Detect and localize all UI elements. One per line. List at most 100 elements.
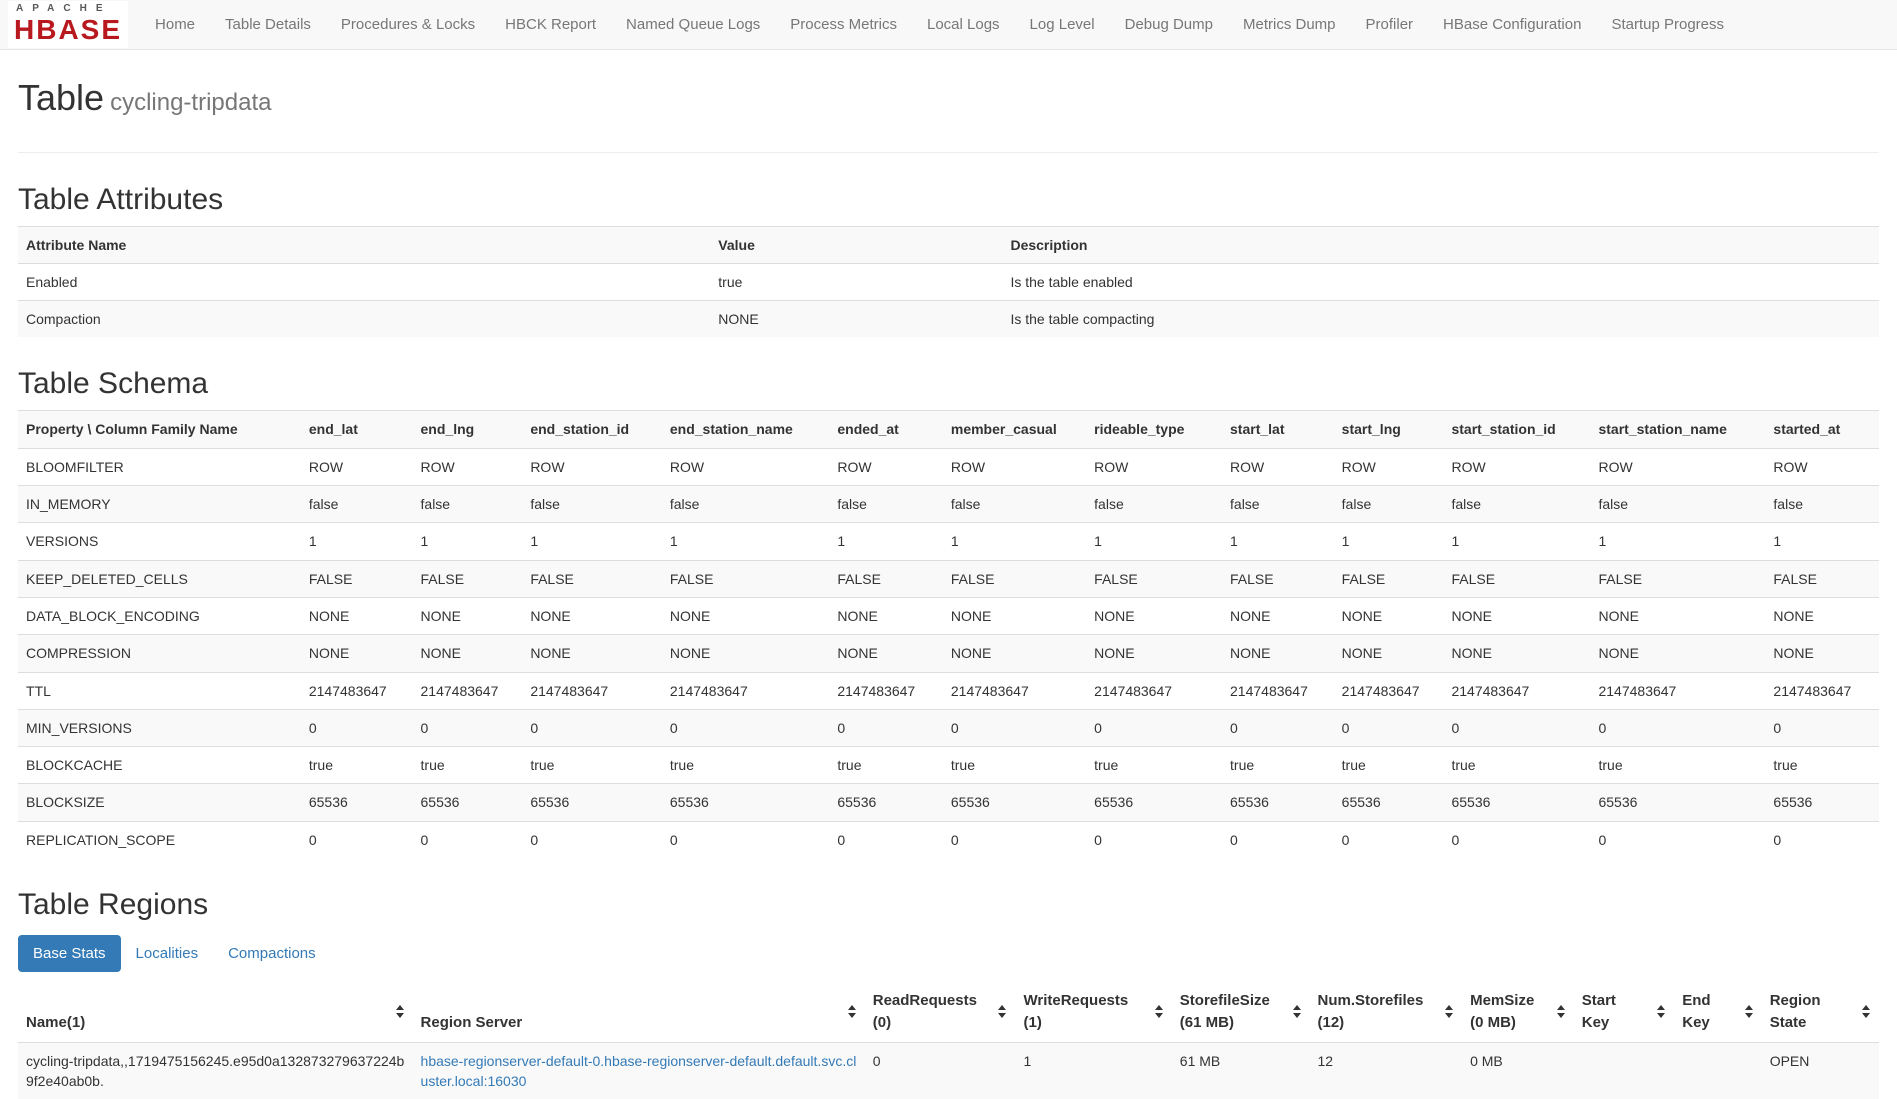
schema-cell: 65536 — [1222, 784, 1334, 821]
region-server-cell: hbase-regionserver-default-0.hbase-regio… — [413, 1042, 865, 1099]
nav-link-local-logs[interactable]: Local Logs — [912, 0, 1015, 49]
schema-cell: ROW — [943, 448, 1086, 485]
sort-up-arrow-icon — [1557, 1005, 1565, 1010]
schema-row-versions: VERSIONS111111111111 — [18, 523, 1879, 560]
schema-cell: NONE — [1443, 635, 1590, 672]
schema-cell: true — [413, 747, 523, 784]
regions-col-region-server[interactable]: Region Server — [413, 982, 865, 1042]
schema-cell: NONE — [662, 597, 829, 634]
attribute-description: Is the table enabled — [1002, 263, 1879, 300]
hbase-logo[interactable]: APACHE HBASE — [8, 1, 128, 48]
schema-cell: NONE — [1443, 597, 1590, 634]
regions-col-readrequests-0[interactable]: ReadRequests (0) — [865, 982, 1016, 1042]
schema-cell: 0 — [1590, 709, 1765, 746]
region-row: cycling-tripdata,,1719475156245.e95d0a13… — [18, 1042, 1879, 1099]
nav-link-procedures-locks[interactable]: Procedures & Locks — [326, 0, 490, 49]
sort-up-arrow-icon — [1657, 1005, 1665, 1010]
schema-cell: true — [1334, 747, 1444, 784]
nav-item-startup-progress: Startup Progress — [1596, 0, 1739, 49]
schema-cell: true — [1765, 747, 1879, 784]
nav-link-hbase-configuration[interactable]: HBase Configuration — [1428, 0, 1596, 49]
schema-family-start-station-name: start_station_name — [1590, 411, 1765, 448]
nav-link-named-queue-logs[interactable]: Named Queue Logs — [611, 0, 775, 49]
attributes-heading: Table Attributes — [18, 183, 1879, 216]
schema-cell: 1 — [1334, 523, 1444, 560]
sort-icon[interactable] — [1745, 1005, 1753, 1018]
schema-cell: ROW — [1590, 448, 1765, 485]
sort-down-arrow-icon — [848, 1013, 856, 1018]
schema-cell: false — [662, 486, 829, 523]
table-schema: Property \ Column Family Nameend_latend_… — [18, 410, 1879, 858]
nav-link-log-level[interactable]: Log Level — [1015, 0, 1110, 49]
nav-link-home[interactable]: Home — [140, 0, 210, 49]
schema-cell: ROW — [522, 448, 662, 485]
schema-cell: NONE — [522, 597, 662, 634]
schema-cell: FALSE — [522, 560, 662, 597]
schema-cell: true — [1222, 747, 1334, 784]
nav-link-metrics-dump[interactable]: Metrics Dump — [1228, 0, 1351, 49]
regions-col-region-state[interactable]: Region State — [1762, 982, 1879, 1042]
schema-cell: 0 — [522, 709, 662, 746]
regions-col-start-key[interactable]: Start Key — [1574, 982, 1674, 1042]
nav-link-hbck-report[interactable]: HBCK Report — [490, 0, 611, 49]
sort-down-arrow-icon — [1657, 1013, 1665, 1018]
nav-link-startup-progress[interactable]: Startup Progress — [1596, 0, 1739, 49]
attribute-row-enabled: EnabledtrueIs the table enabled — [18, 263, 1879, 300]
region-write-requests: 1 — [1015, 1042, 1171, 1099]
page-title-text: Table — [18, 77, 104, 118]
regions-col-end-key[interactable]: End Key — [1674, 982, 1761, 1042]
schema-cell: 2147483647 — [1222, 672, 1334, 709]
regions-col-memsize-0-mb[interactable]: MemSize (0 MB) — [1462, 982, 1574, 1042]
sort-icon[interactable] — [1862, 1005, 1870, 1018]
nav-item-procedures-locks: Procedures & Locks — [326, 0, 490, 49]
sort-icon[interactable] — [1445, 1005, 1453, 1018]
nav-item-table-details: Table Details — [210, 0, 326, 49]
schema-property-name: REPLICATION_SCOPE — [18, 821, 301, 858]
regions-col-storefilesize-61-mb[interactable]: StorefileSize (61 MB) — [1172, 982, 1310, 1042]
sort-icon[interactable] — [1657, 1005, 1665, 1018]
regions-col-name-1[interactable]: Name(1) — [18, 982, 413, 1042]
sort-icon[interactable] — [1293, 1005, 1301, 1018]
tab-link-localities[interactable]: Localities — [121, 935, 214, 972]
attribute-name: Enabled — [18, 263, 710, 300]
schema-cell: 65536 — [1443, 784, 1590, 821]
nav-link-debug-dump[interactable]: Debug Dump — [1110, 0, 1228, 49]
schema-cell: 0 — [829, 821, 943, 858]
schema-cell: 2147483647 — [829, 672, 943, 709]
nav-item-process-metrics: Process Metrics — [775, 0, 912, 49]
schema-cell: false — [413, 486, 523, 523]
schema-cell: 2147483647 — [1765, 672, 1879, 709]
schema-cell: 2147483647 — [1590, 672, 1765, 709]
tab-link-base-stats[interactable]: Base Stats — [18, 935, 121, 972]
sort-icon[interactable] — [396, 1005, 404, 1018]
sort-icon[interactable] — [848, 1005, 856, 1018]
schema-cell: true — [829, 747, 943, 784]
schema-property-name: KEEP_DELETED_CELLS — [18, 560, 301, 597]
regions-col-writerequests-1[interactable]: WriteRequests (1) — [1015, 982, 1171, 1042]
nav-link-table-details[interactable]: Table Details — [210, 0, 326, 49]
schema-family-end-station-name: end_station_name — [662, 411, 829, 448]
schema-heading: Table Schema — [18, 367, 1879, 400]
schema-cell: true — [943, 747, 1086, 784]
region-server-link[interactable]: hbase-regionserver-default-0.hbase-regio… — [421, 1053, 857, 1089]
regions-col-num-storefiles-12[interactable]: Num.Storefiles (12) — [1310, 982, 1463, 1042]
schema-cell: 0 — [829, 709, 943, 746]
region-mem-size: 0 MB — [1462, 1042, 1574, 1099]
schema-cell: true — [301, 747, 413, 784]
tab-link-compactions[interactable]: Compactions — [213, 935, 331, 972]
schema-cell: true — [1590, 747, 1765, 784]
sort-icon[interactable] — [998, 1005, 1006, 1018]
schema-cell: ROW — [413, 448, 523, 485]
schema-property-name: DATA_BLOCK_ENCODING — [18, 597, 301, 634]
attribute-row-compaction: CompactionNONEIs the table compacting — [18, 301, 1879, 338]
sort-icon[interactable] — [1155, 1005, 1163, 1018]
schema-row-ttl: TTL2147483647214748364721474836472147483… — [18, 672, 1879, 709]
schema-cell: NONE — [662, 635, 829, 672]
nav-item-debug-dump: Debug Dump — [1110, 0, 1228, 49]
nav-link-process-metrics[interactable]: Process Metrics — [775, 0, 912, 49]
schema-cell: NONE — [301, 635, 413, 672]
schema-row-compression: COMPRESSIONNONENONENONENONENONENONENONEN… — [18, 635, 1879, 672]
sort-icon[interactable] — [1557, 1005, 1565, 1018]
schema-cell: NONE — [1222, 635, 1334, 672]
nav-link-profiler[interactable]: Profiler — [1351, 0, 1429, 49]
